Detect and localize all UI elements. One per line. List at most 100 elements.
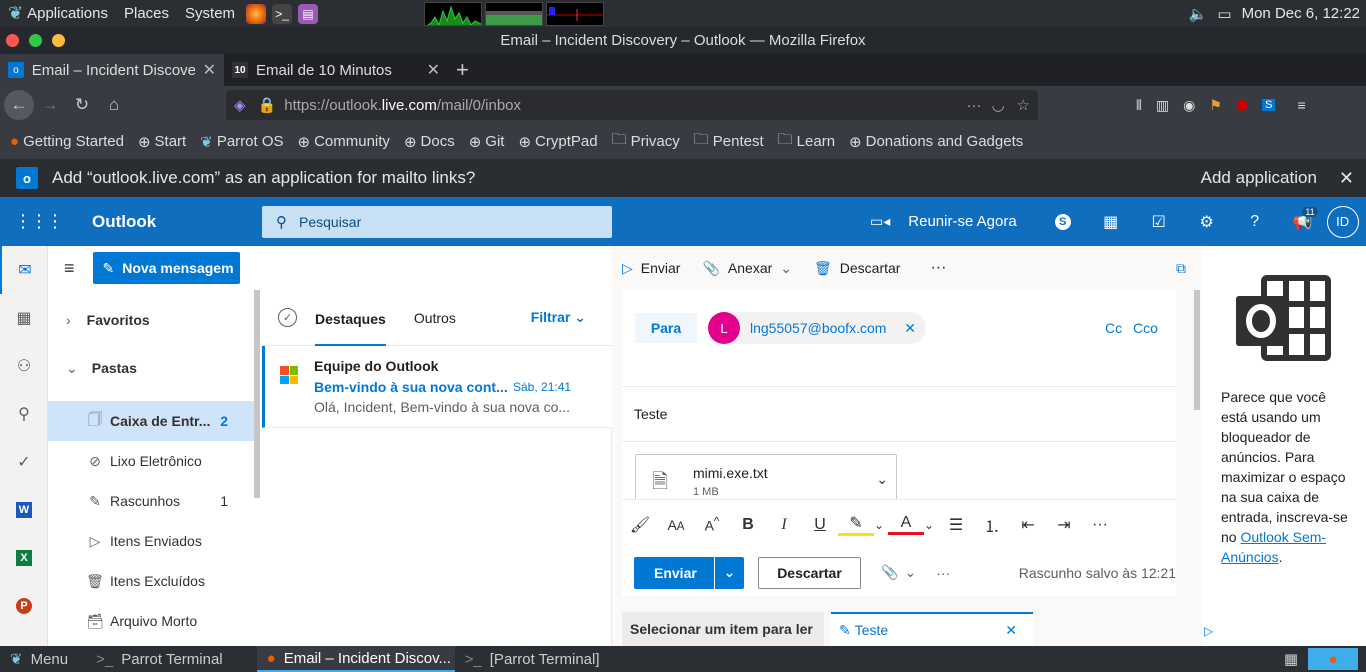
terminal-launcher-icon[interactable]: >_ xyxy=(272,3,293,24)
tab-outlook[interactable]: o Email – Incident Discove ✕ xyxy=(0,54,224,86)
numbering-icon[interactable]: ⒈ xyxy=(974,513,1010,537)
send-button[interactable]: Enviar ⌄ xyxy=(634,556,744,589)
folder-sent[interactable]: ▷ Itens Enviados xyxy=(48,521,260,561)
close-tab-icon[interactable]: ✕ xyxy=(203,60,216,80)
adchoices-icon[interactable]: ▷ xyxy=(1204,624,1213,638)
bookmark-star-icon[interactable]: ☆ xyxy=(1017,96,1030,114)
tab-other[interactable]: Outros xyxy=(414,310,456,326)
taskbar-menu[interactable]: ❦ Menu xyxy=(0,646,78,672)
bookmark-getting-started[interactable]: ● Getting Started xyxy=(10,133,124,150)
new-tab-button[interactable]: + xyxy=(448,54,477,86)
folder-inbox[interactable]: 🗍 Caixa de Entr... 2 xyxy=(48,401,260,441)
bookmark-git[interactable]: ⊕ Git xyxy=(469,133,505,151)
pocket-icon[interactable]: ◡ xyxy=(991,96,1004,114)
close-tab-icon[interactable]: ✕ xyxy=(427,60,440,80)
toolbar-discard-button[interactable]: 🗑 Descartar xyxy=(814,260,900,277)
tasks-icon[interactable]: ☑ xyxy=(1135,198,1183,246)
system-menu[interactable]: System xyxy=(177,5,243,22)
pop-out-icon[interactable]: ⧉ xyxy=(1176,260,1186,277)
format-painter-icon[interactable]: 🖌 xyxy=(622,515,658,535)
ublock-icon[interactable]: ⬢ xyxy=(1236,97,1248,114)
highlight-icon[interactable]: ✎ xyxy=(838,513,874,536)
folder-pane-scrollbar[interactable] xyxy=(254,290,260,498)
tab-focused[interactable]: Destaques xyxy=(315,290,386,346)
folder-deleted[interactable]: 🗑 Itens Excluídos xyxy=(48,561,260,601)
increase-indent-icon[interactable]: ⇥ xyxy=(1046,515,1082,535)
decrease-indent-icon[interactable]: ⇤ xyxy=(1010,515,1046,535)
bold-icon[interactable]: B xyxy=(730,516,766,534)
avatar[interactable]: ID xyxy=(1326,205,1359,238)
firefox-tray-icon[interactable]: ● xyxy=(1308,648,1358,670)
maximize-window-button[interactable] xyxy=(29,34,42,47)
folder-junk[interactable]: ⊘ Lixo Eletrônico xyxy=(48,441,260,481)
people-icon[interactable]: ⚇ xyxy=(0,342,48,390)
account-icon[interactable]: ◉ xyxy=(1183,97,1195,114)
url-bar[interactable]: ◈ 🔒 https://outlook.live.com/mail/0/inbo… xyxy=(226,90,1038,120)
bookmark-folder-pentest[interactable]: 🗀 Pentest xyxy=(694,129,764,154)
add-application-button[interactable]: Add application xyxy=(1201,168,1317,188)
close-draft-tab-icon[interactable]: ✕ xyxy=(1005,622,1017,639)
bottom-tab-draft[interactable]: ✎ Teste ✕ xyxy=(831,612,1033,646)
mail-icon[interactable]: ✉ xyxy=(0,246,48,294)
chevron-down-icon[interactable]: ⌄ xyxy=(924,518,938,532)
powerpoint-icon[interactable]: P xyxy=(0,582,48,630)
discard-button[interactable]: Descartar xyxy=(758,556,861,589)
page-actions-icon[interactable]: ··· xyxy=(966,97,981,114)
text-editor-launcher-icon[interactable]: ▤ xyxy=(298,3,319,24)
bookmark-community[interactable]: ⊕ Community xyxy=(298,133,390,151)
cc-button[interactable]: Cc xyxy=(1105,320,1122,336)
close-window-button[interactable] xyxy=(6,34,19,47)
skype-ext-icon[interactable]: S xyxy=(1262,99,1276,111)
remove-recipient-icon[interactable]: ✕ xyxy=(904,320,916,337)
font-size-icon[interactable]: AA xyxy=(658,517,694,533)
collapse-menu-icon[interactable]: ≡ xyxy=(64,258,75,279)
skype-icon[interactable]: S xyxy=(1039,198,1087,246)
clock[interactable]: Mon Dec 6, 12:22 xyxy=(1242,5,1360,22)
more-actions-icon[interactable]: ··· xyxy=(930,259,946,277)
excel-icon[interactable]: X xyxy=(0,534,48,582)
bookmark-folder-privacy[interactable]: 🗀 Privacy xyxy=(612,129,680,154)
display-icon[interactable]: ▭ xyxy=(1217,5,1231,23)
library-icon[interactable]: ⫴ xyxy=(1136,97,1142,114)
compose-scrollbar[interactable] xyxy=(1194,290,1200,410)
bookmark-cryptpad[interactable]: ⊕ CryptPad xyxy=(518,133,597,151)
taskbar-parrot-terminal[interactable]: >_ Parrot Terminal xyxy=(86,646,233,672)
send-options-chevron-icon[interactable]: ⌄ xyxy=(714,556,744,589)
word-icon[interactable]: W xyxy=(0,486,48,534)
help-icon[interactable]: ? xyxy=(1231,198,1279,246)
settings-gear-icon[interactable]: ⚙ xyxy=(1183,198,1231,246)
italic-icon[interactable]: I xyxy=(766,516,802,534)
volume-icon[interactable]: 🔈 xyxy=(1189,5,1208,23)
video-camera-icon[interactable]: ▭◂ xyxy=(870,213,890,230)
attachment-menu-chevron-icon[interactable]: ⌄ xyxy=(876,471,888,488)
meet-now-button[interactable]: Reunir-se Agora xyxy=(908,213,1016,230)
applications-menu[interactable]: ❦ Applications xyxy=(0,3,116,24)
chevron-down-icon[interactable]: ⌄ xyxy=(904,564,916,581)
folder-drafts[interactable]: ✎ Rascunhos 1 xyxy=(48,481,260,521)
outlook-brand[interactable]: Outlook xyxy=(92,212,156,232)
extension-icon[interactable]: ⚑ xyxy=(1209,97,1222,114)
bookmark-folder-learn[interactable]: 🗀 Learn xyxy=(778,129,835,154)
shield-icon[interactable]: ◈ xyxy=(234,96,246,114)
bullets-icon[interactable]: ☰ xyxy=(938,515,974,535)
to-button[interactable]: Para xyxy=(635,313,697,343)
firefox-launcher-icon[interactable] xyxy=(246,3,267,24)
font-grow-icon[interactable]: A^ xyxy=(694,515,730,534)
tab-10-minute-mail[interactable]: 10 Email de 10 Minutos ✕ xyxy=(224,54,448,86)
folders-header[interactable]: ⌄ Pastas xyxy=(48,348,260,388)
bcc-button[interactable]: Cco xyxy=(1133,320,1158,336)
folder-archive[interactable]: 🗃 Arquivo Morto xyxy=(48,601,260,641)
recipient-chip[interactable]: L lng55057@boofx.com ✕ xyxy=(708,312,926,344)
taskbar-firefox[interactable]: ● Email – Incident Discov... xyxy=(256,646,455,672)
back-button[interactable]: ← xyxy=(4,90,34,120)
bookmark-start[interactable]: ⊕ Start xyxy=(138,133,186,151)
filter-button[interactable]: Filtrar ⌄ xyxy=(531,309,586,326)
favorites-header[interactable]: › Favoritos xyxy=(48,300,260,340)
more-formatting-icon[interactable]: ··· xyxy=(1082,516,1118,534)
select-all-checkbox[interactable]: ✓ xyxy=(278,308,297,327)
chevron-down-icon[interactable]: ⌄ xyxy=(874,518,888,532)
calendar-icon[interactable]: ▦ xyxy=(0,294,48,342)
message-item[interactable]: Equipe do Outlook Bem-vindo à sua nova c… xyxy=(262,346,612,428)
toolbar-attach-button[interactable]: 📎 Anexar ⌄ xyxy=(702,260,792,277)
close-notification-icon[interactable]: ✕ xyxy=(1339,168,1354,189)
